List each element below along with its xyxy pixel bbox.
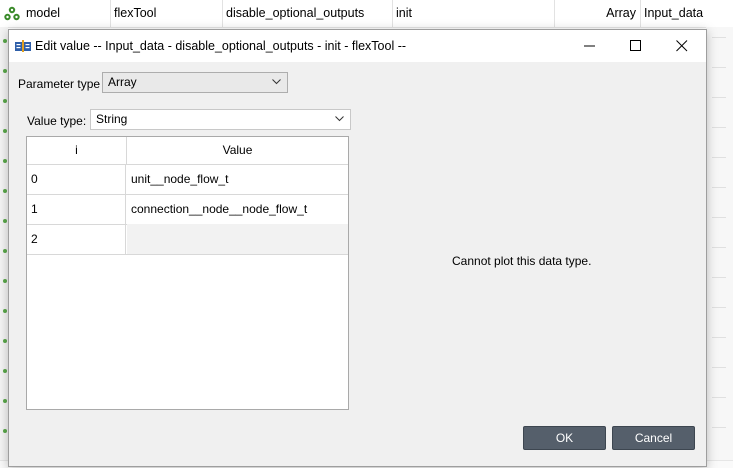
index-cell: 2: [27, 224, 126, 254]
background-table-row: model flexTool disable_optional_outputs …: [0, 0, 733, 28]
chevron-down-icon: [272, 79, 281, 85]
parameter-type-value: Array: [108, 75, 137, 89]
value-cell[interactable]: unit__node_flow_t: [127, 164, 348, 194]
value-cell[interactable]: [127, 224, 348, 254]
value-type-select[interactable]: String: [90, 109, 351, 130]
edit-value-dialog: Edit value -- Input_data - disable_optio…: [8, 29, 707, 467]
table-row[interactable]: 2: [27, 224, 348, 255]
maximize-icon: [630, 40, 641, 51]
value-cell[interactable]: connection__node__node_flow_t: [127, 194, 348, 224]
background-right-strip: [706, 27, 733, 467]
index-cell: 1: [27, 194, 126, 224]
table-row[interactable]: 1 connection__node__node_flow_t: [27, 194, 348, 225]
column-header-index[interactable]: i: [27, 137, 127, 164]
parameter-type-label: Parameter type: [18, 77, 101, 91]
value-type-value: String: [96, 112, 128, 126]
minimize-button[interactable]: [567, 30, 613, 62]
dialog-titlebar[interactable]: Edit value -- Input_data - disable_optio…: [9, 30, 706, 62]
cell-value[interactable]: Array: [554, 0, 641, 27]
background-left-strip: [0, 27, 8, 467]
cell-entity[interactable]: flexTool: [110, 0, 223, 27]
cell-alternative[interactable]: init: [392, 0, 555, 27]
spine-nodes-icon: [4, 6, 20, 21]
cancel-button[interactable]: Cancel: [612, 426, 695, 450]
column-header-value[interactable]: Value: [127, 137, 348, 164]
array-table: i Value 0 unit__node_flow_t 1 connection…: [26, 136, 349, 410]
chevron-down-icon: [335, 116, 344, 122]
close-button[interactable]: [659, 30, 705, 62]
cell-database[interactable]: Input_data: [640, 0, 733, 27]
cell-parameter[interactable]: disable_optional_outputs: [222, 0, 393, 27]
plot-message: Cannot plot this data type.: [452, 254, 592, 268]
table-header: i Value: [27, 137, 348, 165]
close-icon: [676, 40, 688, 52]
table-row[interactable]: 0 unit__node_flow_t: [27, 164, 348, 195]
minimize-icon: [584, 45, 595, 47]
value-type-label: Value type:: [27, 114, 87, 128]
dialog-title: Edit value -- Input_data - disable_optio…: [35, 39, 407, 53]
maximize-button[interactable]: [613, 30, 659, 62]
index-cell: 0: [27, 164, 126, 194]
parameter-type-select[interactable]: Array: [102, 72, 288, 93]
cell-class[interactable]: model: [22, 0, 111, 27]
edit-value-icon: [15, 40, 31, 52]
ok-button[interactable]: OK: [523, 426, 606, 450]
